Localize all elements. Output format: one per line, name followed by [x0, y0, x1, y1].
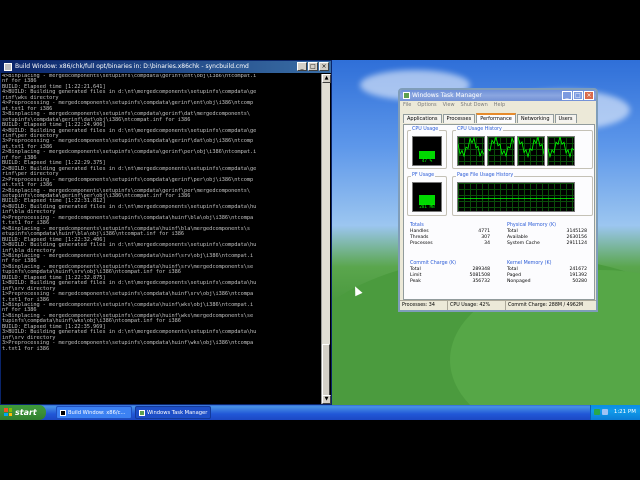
cpu-usage-label: CPU Usage: [411, 127, 440, 133]
pf-usage-meter: 281 MB: [412, 182, 442, 212]
cpu-history-graph: [457, 136, 485, 166]
tab-networking[interactable]: Networking: [516, 114, 554, 123]
status-cpu-usage: CPU Usage: 42%: [448, 301, 506, 310]
history-trace: [487, 135, 515, 158]
stat-value: 34: [484, 241, 490, 246]
console-icon: [60, 410, 66, 416]
clock[interactable]: 1:21 PM: [614, 405, 636, 420]
commit-charge-group: Commit Charge (K) Total 289348 Limit 508150…: [410, 261, 490, 285]
kernel-row: Nonpaged 50280: [507, 279, 587, 285]
minimize-button[interactable]: _: [562, 91, 572, 100]
menu-item-help[interactable]: Help: [494, 101, 505, 110]
task-manager-icon: [403, 92, 410, 99]
history-trace: [517, 135, 545, 159]
tab-applications[interactable]: Applications: [403, 114, 442, 123]
volume-icon[interactable]: [602, 409, 608, 415]
cpu-history-label: CPU Usage History: [456, 127, 503, 133]
stat-value: 50280: [572, 279, 587, 284]
history-trace: [547, 135, 575, 159]
physical-memory-group: Physical Memory (K) Total 3145128 Availabl…: [507, 223, 587, 247]
totals-row: Processes 34: [410, 241, 490, 247]
task-manager-window[interactable]: Windows Task Manager _ □ × File Options Vi…: [398, 88, 598, 312]
history-trace: [457, 136, 485, 158]
menu-bar: File Options View Shut Down Help: [400, 101, 596, 110]
console-scrollbar[interactable]: ▲ ▼: [321, 74, 331, 404]
start-label: start: [15, 408, 37, 417]
scroll-down-arrow-icon[interactable]: ▼: [322, 395, 331, 404]
screen: Build Window: x86/chk/full opt/binaries …: [0, 0, 640, 480]
tab-processes[interactable]: Processes: [442, 114, 476, 123]
pf-usage-label: PF Usage: [411, 173, 436, 179]
tab-performance[interactable]: Performance: [476, 113, 516, 123]
tab-users[interactable]: Users: [554, 114, 577, 123]
scroll-up-arrow-icon[interactable]: ▲: [322, 74, 331, 83]
cpu-usage-meter: 47 %: [412, 136, 442, 166]
totals-group: Totals Handles 4771 Threads 307 Processes 34: [410, 223, 490, 247]
taskbar-button-task-manager[interactable]: Windows Task Manager: [135, 406, 211, 419]
maximize-button[interactable]: □: [573, 91, 583, 100]
network-icon[interactable]: [594, 409, 600, 415]
commit-row: Peak 356732: [410, 279, 490, 285]
menu-item-shut-down[interactable]: Shut Down: [461, 101, 488, 110]
cpu-usage-value: 47 %: [421, 159, 433, 164]
system-tray: 1:21 PM: [590, 405, 640, 420]
stat-value: 2911124: [566, 241, 587, 246]
status-bar: Processes: 34 CPU Usage: 42% Commit Char…: [400, 300, 596, 310]
console-output[interactable]: 4>Binplacing - mergedcomponents\setupinf…: [2, 74, 322, 404]
menu-item-options[interactable]: Options: [417, 101, 436, 110]
stat-label: Processes: [410, 241, 433, 246]
pf-history-graph: [457, 182, 575, 212]
performance-pane: CPU Usage 47 % CPU Usage History PF Usag…: [403, 124, 595, 300]
cpu-history-graph: [517, 135, 545, 166]
stat-label: Nonpaged: [507, 279, 531, 284]
pf-history-label: Page File Usage History: [456, 173, 515, 179]
cpu-history-graph: [487, 135, 515, 166]
cpu-usage-fill: [419, 150, 435, 159]
cpu-usage-group: CPU Usage 47 %: [407, 127, 447, 169]
taskbar-button-label: Build Window: x86/c...: [68, 410, 126, 416]
status-commit-charge: Commit Charge: 288M / 4962M: [508, 303, 584, 308]
minimize-button[interactable]: _: [297, 62, 307, 71]
cpu-history-group: CPU Usage History: [452, 127, 593, 169]
cpu-history-graph: [547, 135, 575, 166]
task-manager-titlebar[interactable]: Windows Task Manager _ □ ×: [400, 90, 596, 101]
close-button[interactable]: ×: [584, 91, 594, 100]
console-title: Build Window: x86/chk/full opt/binaries …: [15, 63, 249, 70]
pf-usage-group: PF Usage 281 MB: [407, 173, 447, 216]
kernel-memory-group: Kernel Memory (K) Total 241672 Paged 191392…: [507, 261, 587, 285]
pf-history-group: Page File Usage History: [452, 173, 593, 216]
stat-label: Peak: [410, 279, 421, 284]
menu-item-view[interactable]: View: [443, 101, 455, 110]
windows-logo-icon: [4, 408, 12, 416]
taskbar-button-label: Windows Task Manager: [147, 410, 208, 416]
console-titlebar[interactable]: Build Window: x86/chk/full opt/binaries …: [1, 61, 331, 73]
console-line: t.txt1 for i386: [2, 345, 50, 352]
status-processes: Processes: 34: [400, 301, 448, 310]
start-button[interactable]: start: [0, 405, 46, 420]
stat-value: 356732: [472, 279, 490, 284]
task-manager-title: Windows Task Manager: [412, 92, 482, 99]
taskbar-button-build-window[interactable]: Build Window: x86/c...: [56, 406, 132, 419]
taskbar: start Build Window: x86/c... Windows Tas…: [0, 405, 640, 420]
maximize-button[interactable]: □: [308, 62, 318, 71]
build-console-window[interactable]: Build Window: x86/chk/full opt/binaries …: [0, 60, 332, 405]
console-icon: [4, 63, 12, 71]
stat-label: System Cache: [507, 241, 540, 246]
close-button[interactable]: ×: [319, 62, 329, 71]
menu-item-file[interactable]: File: [403, 101, 411, 110]
tab-strip: Applications Processes Performance Networki…: [400, 113, 596, 123]
pf-usage-fill: [419, 195, 435, 205]
pf-usage-value: 281 MB: [419, 205, 435, 210]
task-manager-icon: [139, 410, 145, 416]
history-trace: [458, 197, 574, 199]
physical-row: System Cache 2911124: [507, 241, 587, 247]
